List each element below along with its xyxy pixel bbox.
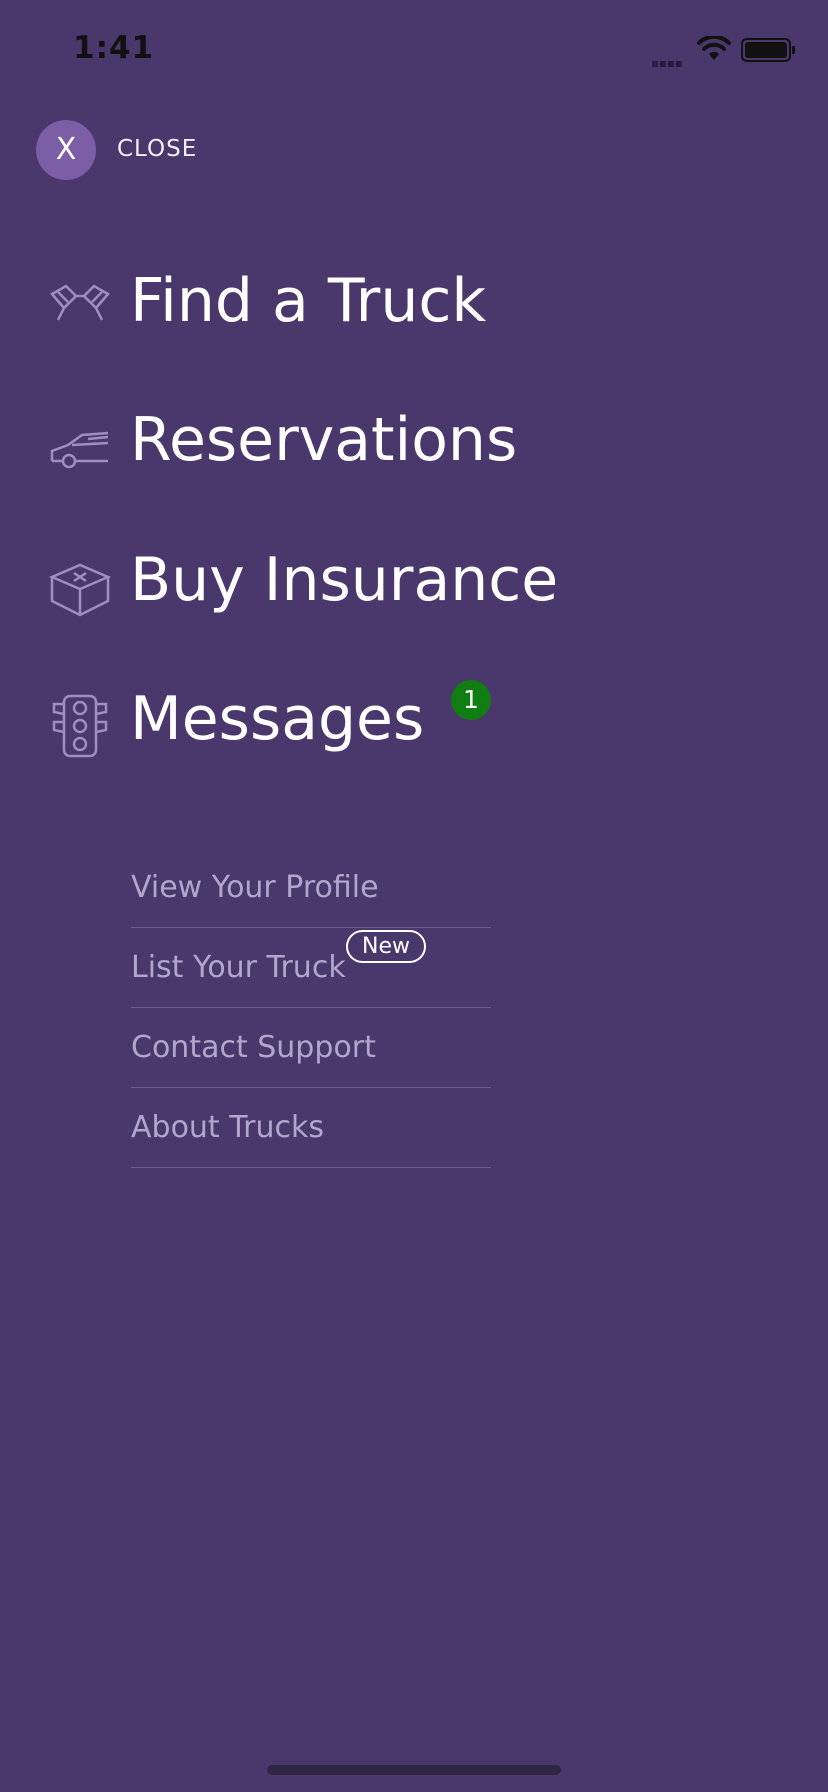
menu-label: Reservations [130,405,518,475]
menu-label: Buy Insurance [130,545,559,615]
battery-icon [741,37,797,68]
secondary-menu: View Your Profile List Your Truck Contac… [131,848,491,1168]
menu-item-messages[interactable]: Messages [0,676,600,776]
home-indicator [267,1765,561,1775]
close-button[interactable]: X [36,120,96,180]
menu-item-reservations[interactable]: Reservations [0,397,600,497]
menu-item-contact-support[interactable]: Contact Support [131,1008,491,1088]
traffic-light-icon [48,694,112,758]
menu-item-about-trucks[interactable]: About Trucks [131,1088,491,1168]
messages-count-badge: 1 [451,680,491,720]
first-aid-box-icon [48,555,112,619]
menu-label: Find a Truck [130,266,487,336]
menu-item-buy-insurance[interactable]: Buy Insurance [0,537,600,637]
status-time: 1:41 [73,30,155,66]
wifi-icon [697,34,731,67]
close-label[interactable]: CLOSE [117,136,197,162]
cellular-signal-icon [652,54,684,72]
menu-label: Contact Support [131,1030,376,1065]
menu-item-view-your-profile[interactable]: View Your Profile [131,848,491,928]
menu-label: Messages [130,684,425,754]
checkered-flags-icon [48,276,112,340]
menu-item-list-your-truck[interactable]: List Your Truck [131,928,491,1008]
status-bar: 1:41 [0,0,828,100]
car-icon [48,415,112,479]
menu-label: List Your Truck [131,950,346,985]
menu-label: View Your Profile [131,870,379,905]
new-badge: New [346,930,426,963]
menu-item-find-a-truck[interactable]: Find a Truck [0,258,600,358]
menu-label: About Trucks [131,1110,324,1145]
